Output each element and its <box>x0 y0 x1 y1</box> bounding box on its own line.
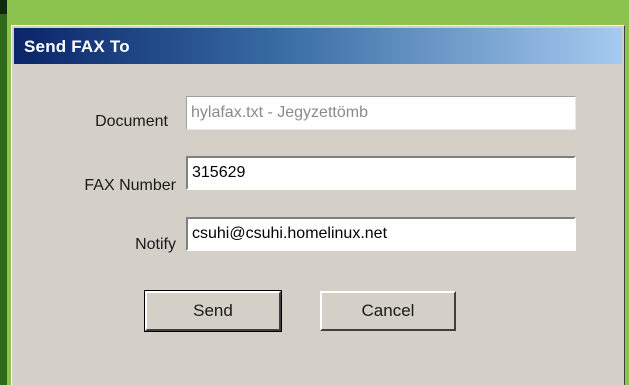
title-bar[interactable]: Send FAX To <box>14 28 622 64</box>
notify-label: Notify <box>135 236 176 253</box>
corner-mark <box>0 0 7 14</box>
document-field: hylafax.txt - Jegyzettömb <box>186 96 576 130</box>
cancel-button[interactable]: Cancel <box>320 291 456 331</box>
window-title: Send FAX To <box>24 37 130 56</box>
fax-number-label: FAX Number <box>84 177 176 194</box>
background-strip <box>0 14 7 385</box>
send-fax-dialog: Send FAX To Document hylafax.txt - Jegyz… <box>11 25 625 385</box>
notify-field[interactable]: csuhi@csuhi.homelinux.net <box>186 217 576 251</box>
send-button[interactable]: Send <box>144 290 282 332</box>
document-label: Document <box>95 113 168 130</box>
fax-number-field[interactable]: 315629 <box>186 156 576 190</box>
